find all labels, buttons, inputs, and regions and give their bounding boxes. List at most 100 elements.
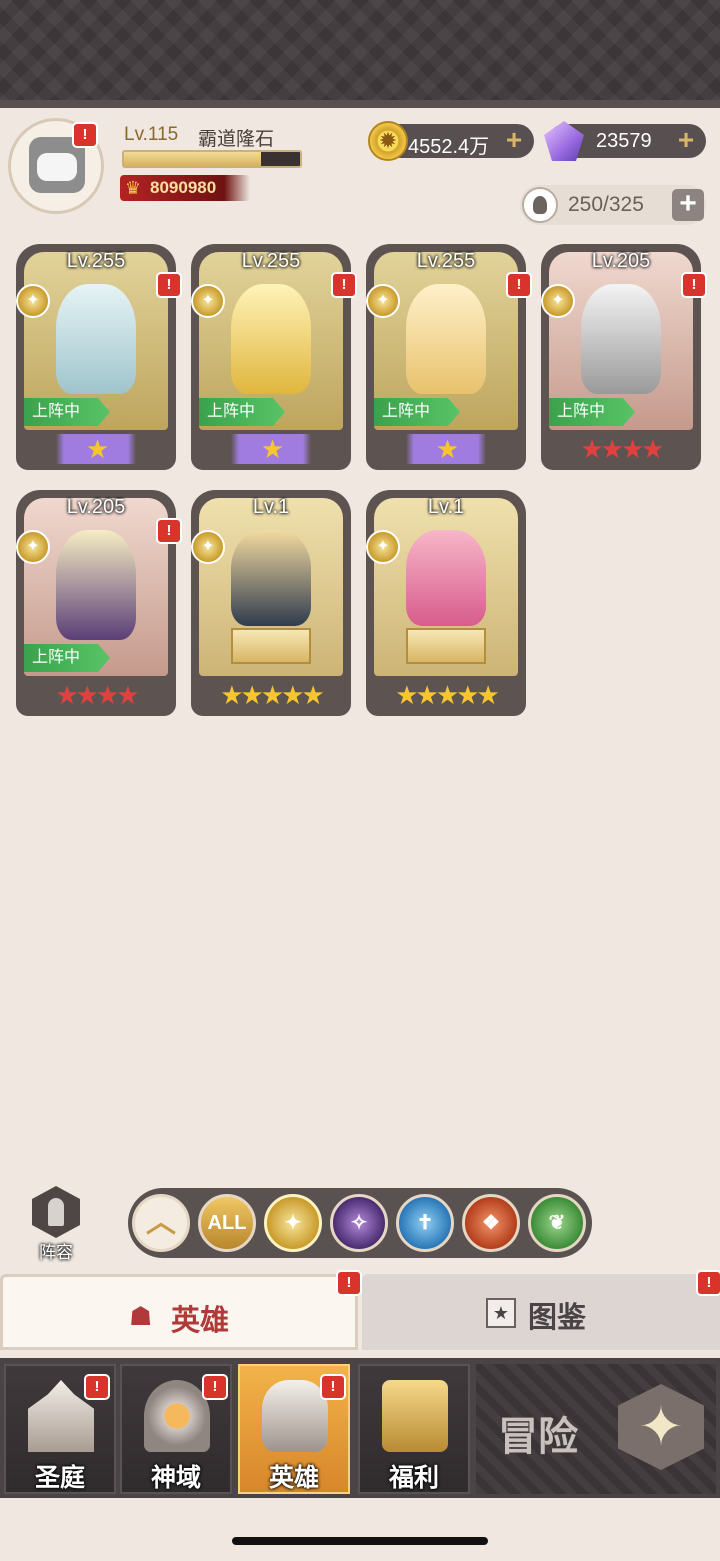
hero-slot-icon [522,187,558,223]
hero-pedestal [406,628,486,664]
diamond-icon [544,121,584,161]
hero-sprite [581,284,661,394]
faction-light-icon: ✦ [16,284,50,318]
chess-pawn-icon [32,1186,80,1238]
combat-power: ♛ 8090980 [120,175,250,201]
faction-filter-bar: ︿ ALL ✦ ✧ ✝ ❖ ❦ [128,1188,592,1258]
nav-sanctuary-label: 圣庭 [34,1464,85,1492]
tab-heroes[interactable]: ☗ 英雄 [0,1274,358,1350]
nav-sanctuary-alert-badge: ! [84,1374,110,1400]
hero-alert-badge: ! [156,272,182,298]
faction-light-icon: ✦ [191,284,225,318]
hero-stars: ★ [191,434,351,464]
hero-card[interactable]: Lv.255 ✦ ! 上阵中 ★ [366,244,532,470]
capacity-add-button[interactable]: + [672,189,704,221]
hero-alert-badge: ! [681,272,707,298]
gem-counter: 23579 + [544,121,706,161]
hero-pedestal [231,628,311,664]
xp-bar [122,150,302,168]
tab-codex-alert-badge: ! [696,1270,720,1296]
combat-power-value: 8090980 [150,178,217,197]
tab-codex[interactable]: ★ 图鉴 [362,1274,720,1350]
hero-level: Lv.255 [66,250,126,272]
filter-dark-icon[interactable]: ✧ [330,1194,388,1252]
nav-divine-alert-badge: ! [202,1374,228,1400]
tab-codex-label: 图鉴 [528,1302,587,1334]
tab-heroes-alert-badge: ! [336,1270,362,1296]
home-indicator[interactable] [232,1537,488,1545]
nav-divine-label: 神域 [150,1464,201,1492]
hero-alert-badge: ! [331,272,357,298]
tab-heroes-label: 英雄 [171,1305,230,1337]
faction-light-icon: ✦ [16,530,50,564]
deployed-tag: 上阵中 [374,398,460,426]
gold-value: 4552.4万 [408,136,490,158]
deployed-tag: 上阵中 [24,644,110,672]
hero-card[interactable]: Lv.255 ✦ ! 上阵中 ★ [191,244,357,470]
filter-beast-icon[interactable]: ❖ [462,1194,520,1252]
hero-level: Lv.205 [591,250,651,272]
filter-nature-icon[interactable]: ❦ [528,1194,586,1252]
faction-light-icon: ✦ [541,284,575,318]
hero-sprite [56,284,136,394]
hero-stars: ★★★★★ [220,680,325,710]
faction-light-icon: ✦ [191,530,225,564]
hero-card[interactable]: Lv.255 ✦ ! 上阵中 ★ [16,244,182,470]
player-name: 霸道隆石 [198,129,275,150]
formation-label: 阵容 [39,1243,73,1262]
nav-heroes-alert-badge: ! [320,1374,346,1400]
hero-level: Lv.205 [66,496,126,518]
helmet-icon [262,1380,328,1452]
faction-light-icon: ✦ [366,530,400,564]
filter-all-button[interactable]: ALL [198,1194,256,1252]
avatar-alert-badge: ! [72,122,98,148]
nav-benefits-label: 福利 [388,1464,439,1492]
filter-holy-icon[interactable]: ✝ [396,1194,454,1252]
hero-capacity: 250/325 + [520,185,706,225]
hero-sprite [406,284,486,394]
hero-level: Lv.1 [427,496,465,518]
hero-alert-badge: ! [156,518,182,544]
hero-stars: ★ [366,434,526,464]
collapse-chevron-icon[interactable]: ︿ [132,1194,190,1252]
hero-sprite [56,530,136,640]
faction-light-icon: ✦ [366,284,400,318]
compass-icon [618,1384,704,1470]
hero-stars: ★ [16,434,176,464]
gem-value: 23579 [596,130,652,152]
filter-light-icon[interactable]: ✦ [264,1194,322,1252]
deployed-tag: 上阵中 [24,398,110,426]
gold-add-button[interactable]: + [500,126,528,154]
deployed-tag: 上阵中 [549,398,635,426]
hero-stars: ★★★★ [580,434,664,464]
xp-bar-fill [124,152,262,166]
player-level: Lv.115 [124,124,179,145]
gold-counter: ✹ 4552.4万 + [368,121,534,161]
hero-card[interactable]: Lv.205 ✦ ! 上阵中 ★★★★ [541,244,707,470]
hero-level: Lv.255 [416,250,476,272]
gold-coin-icon: ✹ [368,121,408,161]
hero-sprite [231,284,311,394]
formation-button[interactable]: 阵容 [22,1186,90,1262]
gem-add-button[interactable]: + [672,126,700,154]
hero-card[interactable]: Lv.1 ✦ ★★★★★ [191,490,351,716]
star-book-icon: ★ [486,1298,516,1328]
hero-card[interactable]: Lv.1 ✦ ★★★★★ [366,490,526,716]
hero-sprite [406,530,486,626]
hero-stars: ★★★★★ [395,680,500,710]
treasure-chest-icon [382,1380,448,1452]
hero-level: Lv.255 [241,250,301,272]
hero-card[interactable]: Lv.205 ✦ ! 上阵中 ★★★★ [16,490,182,716]
helmet-icon: ☗ [129,1301,153,1331]
hero-capacity-value: 250/325 [568,193,644,216]
nav-benefits[interactable]: 福利 [358,1364,470,1494]
hero-level: Lv.1 [252,496,290,518]
hero-alert-badge: ! [506,272,532,298]
crystal-gate-icon [144,1380,210,1452]
nav-adventure-label: 冒险 [498,1415,578,1459]
crown-icon: ♛ [124,178,142,198]
top-banner [0,0,720,108]
nav-adventure[interactable]: 冒险 [476,1364,716,1494]
hero-stars: ★★★★ [55,680,139,710]
hero-sprite [231,530,311,626]
